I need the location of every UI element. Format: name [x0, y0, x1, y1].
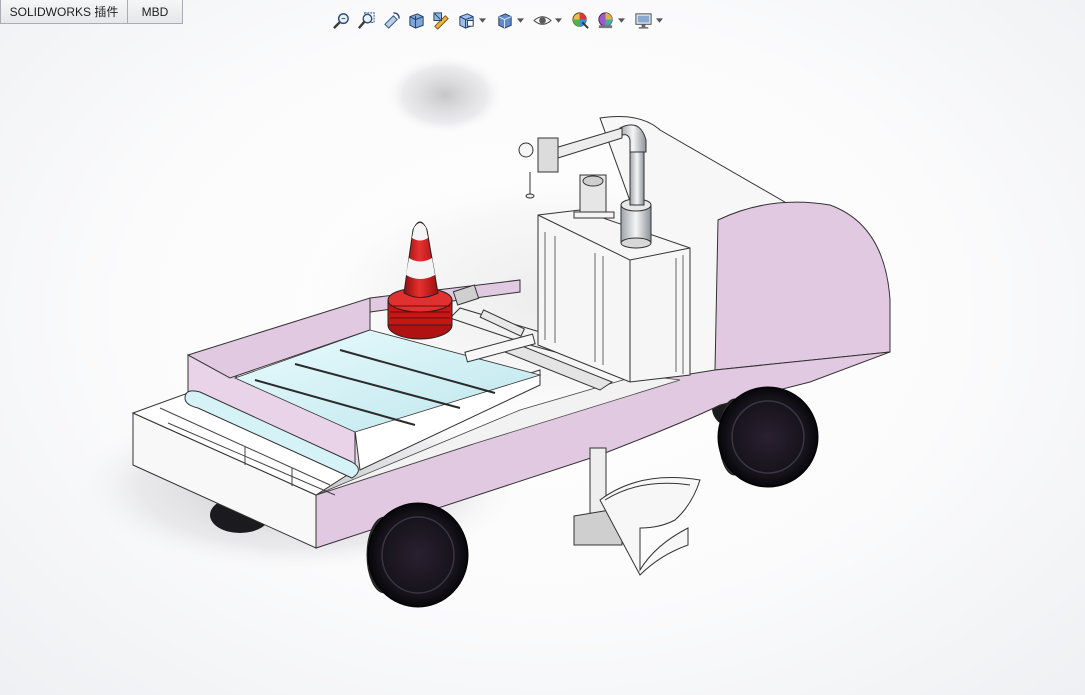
- zoom-to-area-icon: [357, 11, 375, 29]
- apply-scene-icon: [598, 11, 613, 28]
- rear-right-wheel-visible: [717, 386, 819, 488]
- front-left-wheel: [366, 502, 469, 608]
- chevron-down-icon: [517, 17, 524, 23]
- display-style-dropdown[interactable]: [516, 9, 525, 31]
- apply-scene-button[interactable]: [595, 9, 616, 31]
- view-orientation-dropdown[interactable]: [478, 9, 487, 31]
- hide-show-items-icon: [533, 15, 552, 25]
- view-settings-button[interactable]: [633, 9, 654, 31]
- hide-show-items-dropdown[interactable]: [554, 9, 563, 31]
- tab-solidworks-plugins[interactable]: SOLIDWORKS 插件: [0, 0, 128, 24]
- heads-up-view-toolbar: [331, 7, 667, 33]
- section-view-button[interactable]: [406, 9, 427, 31]
- zoom-to-fit-icon: [333, 12, 349, 29]
- chevron-down-icon: [479, 17, 486, 23]
- display-style-button[interactable]: [494, 9, 515, 31]
- dynamic-annotation-views-icon: [433, 11, 449, 30]
- apply-scene-dropdown[interactable]: [617, 9, 626, 31]
- zoom-to-fit-button[interactable]: [331, 9, 352, 31]
- view-orientation-button[interactable]: [456, 9, 477, 31]
- chevron-down-icon: [656, 17, 663, 23]
- chevron-down-icon: [618, 17, 625, 23]
- cab-side-panel: [714, 201, 891, 371]
- view-orientation-icon: [459, 12, 474, 29]
- view-settings-icon: [635, 12, 652, 29]
- previous-view-icon: [384, 11, 400, 29]
- dynamic-annotation-views-button[interactable]: [431, 9, 452, 31]
- zoom-to-area-button[interactable]: [356, 9, 377, 31]
- edit-appearance-button[interactable]: [570, 9, 591, 31]
- model-shadow-arm: [385, 55, 505, 135]
- side-brush: [573, 447, 701, 576]
- previous-view-button[interactable]: [381, 9, 402, 31]
- chevron-down-icon: [555, 17, 562, 23]
- solidworks-window: SOLIDWORKS 插件 MBD: [0, 0, 1085, 695]
- display-style-icon: [498, 12, 512, 29]
- section-view-icon: [409, 12, 424, 29]
- view-settings-dropdown[interactable]: [655, 9, 664, 31]
- edit-appearance-icon: [572, 11, 589, 29]
- command-manager-tabs: SOLIDWORKS 插件 MBD: [0, 0, 183, 25]
- tab-mbd[interactable]: MBD: [127, 0, 183, 24]
- graphics-viewport[interactable]: [0, 0, 1085, 695]
- hide-show-items-button[interactable]: [532, 9, 553, 31]
